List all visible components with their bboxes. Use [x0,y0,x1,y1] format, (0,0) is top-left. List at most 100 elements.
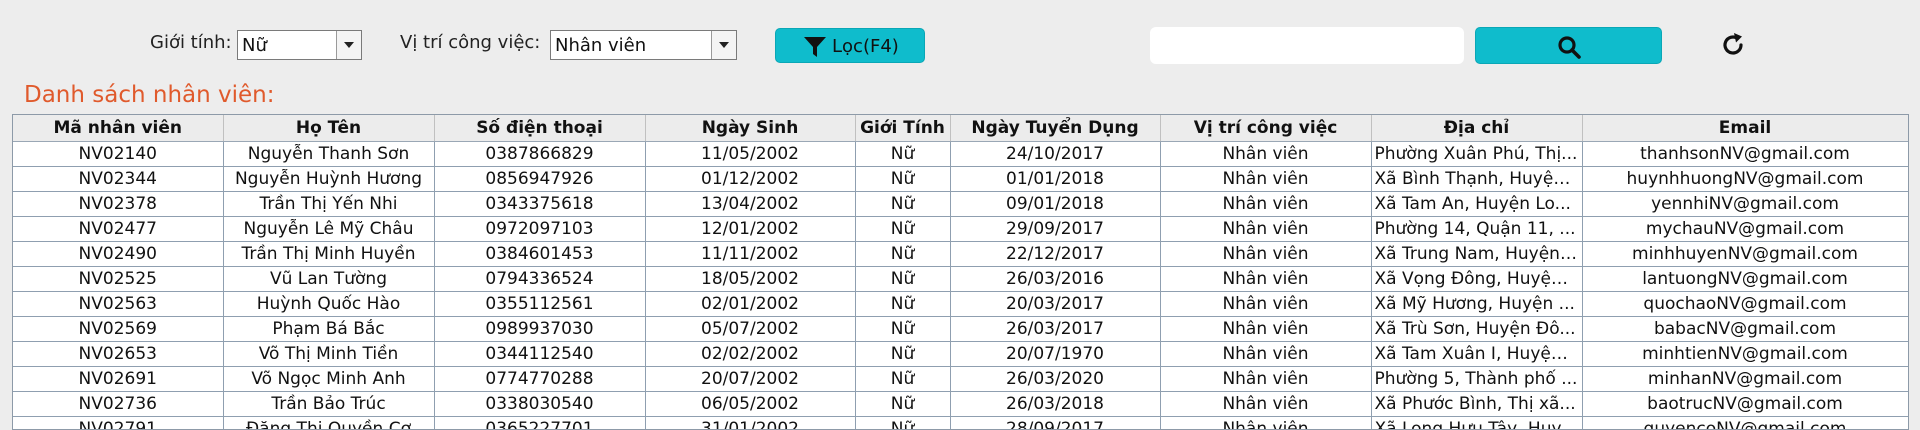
table-row[interactable]: NV02140 Nguyễn Thanh Sơn 0387866829 11/05/2… [13,141,1908,167]
phone-cell[interactable]: 0856947926 [434,166,646,192]
gender-select[interactable]: Nữ [237,30,362,60]
birth-date-cell[interactable]: 20/07/2002 [645,366,856,392]
phone-cell[interactable]: 0338030540 [434,391,646,417]
gender-cell[interactable]: Nữ [855,416,951,429]
birth-date-cell[interactable]: 18/05/2002 [645,266,856,292]
column-header[interactable]: Họ Tên [223,115,435,142]
birth-date-cell[interactable]: 02/01/2002 [645,291,856,317]
position-cell[interactable]: Nhân viên [1160,291,1372,317]
hire-date-cell[interactable]: 26/03/2020 [950,366,1161,392]
email-cell[interactable]: minhhuyenNV@gmail.com [1582,241,1908,267]
email-cell[interactable]: yennhiNV@gmail.com [1582,191,1908,217]
full-name-cell[interactable]: Võ Ngọc Minh Anh [223,366,435,392]
table-row[interactable]: NV02477 Nguyễn Lê Mỹ Châu 0972097103 12/01/… [13,216,1908,242]
table-row[interactable]: NV02791 Đặng Thị Quyền Cơ 0365227701 31/01/… [13,416,1908,429]
employee-id-cell[interactable]: NV02736 [13,391,224,417]
employee-id-cell[interactable]: NV02344 [13,166,224,192]
employee-id-cell[interactable]: NV02490 [13,241,224,267]
employee-id-cell[interactable]: NV02691 [13,366,224,392]
phone-cell[interactable]: 0972097103 [434,216,646,242]
position-cell[interactable]: Nhân viên [1160,191,1372,217]
birth-date-cell[interactable]: 11/05/2002 [645,141,856,167]
gender-cell[interactable]: Nữ [855,316,951,342]
table-row[interactable]: NV02344 Nguyễn Huỳnh Hương 0856947926 01/12… [13,166,1908,192]
hire-date-cell[interactable]: 26/03/2016 [950,266,1161,292]
table-row[interactable]: NV02653 Võ Thị Minh Tiền 0344112540 02/02/2… [13,341,1908,367]
hire-date-cell[interactable]: 29/09/2017 [950,216,1161,242]
full-name-cell[interactable]: Trần Thị Minh Huyền [223,241,435,267]
position-cell[interactable]: Nhân viên [1160,216,1372,242]
gender-cell[interactable]: Nữ [855,141,951,167]
filter-button[interactable]: Lọc(F4) [775,28,925,63]
hire-date-cell[interactable]: 20/07/1970 [950,341,1161,367]
full-name-cell[interactable]: Đặng Thị Quyền Cơ [223,416,435,429]
hire-date-cell[interactable]: 28/09/2017 [950,416,1161,429]
hire-date-cell[interactable]: 09/01/2018 [950,191,1161,217]
email-cell[interactable]: mychauNV@gmail.com [1582,216,1908,242]
email-cell[interactable]: quochaoNV@gmail.com [1582,291,1908,317]
employee-table[interactable]: Mã nhân viên Họ Tên Số điện thoại Ngày S… [12,114,1909,430]
address-cell[interactable]: Phường 14, Quận 11, ... [1371,216,1583,242]
birth-date-cell[interactable]: 06/05/2002 [645,391,856,417]
chevron-down-icon[interactable] [711,31,736,59]
phone-cell[interactable]: 0344112540 [434,341,646,367]
full-name-cell[interactable]: Nguyễn Thanh Sơn [223,141,435,167]
employee-id-cell[interactable]: NV02477 [13,216,224,242]
table-row[interactable]: NV02378 Trần Thị Yến Nhi 0343375618 13/04/2… [13,191,1908,217]
full-name-cell[interactable]: Vũ Lan Tường [223,266,435,292]
position-cell[interactable]: Nhân viên [1160,316,1372,342]
phone-cell[interactable]: 0343375618 [434,191,646,217]
employee-id-cell[interactable]: NV02563 [13,291,224,317]
birth-date-cell[interactable]: 11/11/2002 [645,241,856,267]
column-header[interactable]: Ngày Tuyển Dụng [950,115,1161,142]
address-cell[interactable]: Xã Trù Sơn, Huyện Đô... [1371,316,1583,342]
column-header[interactable]: Địa chỉ [1371,115,1583,142]
column-header[interactable]: Mã nhân viên [13,115,224,142]
birth-date-cell[interactable]: 13/04/2002 [645,191,856,217]
column-header[interactable]: Ngày Sinh [645,115,856,142]
address-cell[interactable]: Xã Bình Thạnh, Huyện ... [1371,166,1583,192]
position-cell[interactable]: Nhân viên [1160,241,1372,267]
phone-cell[interactable]: 0989937030 [434,316,646,342]
position-cell[interactable]: Nhân viên [1160,391,1372,417]
employee-id-cell[interactable]: NV02569 [13,316,224,342]
gender-cell[interactable]: Nữ [855,216,951,242]
hire-date-cell[interactable]: 01/01/2018 [950,166,1161,192]
birth-date-cell[interactable]: 01/12/2002 [645,166,856,192]
hire-date-cell[interactable]: 22/12/2017 [950,241,1161,267]
full-name-cell[interactable]: Nguyễn Huỳnh Hương [223,166,435,192]
full-name-cell[interactable]: Huỳnh Quốc Hào [223,291,435,317]
employee-id-cell[interactable]: NV02791 [13,416,224,429]
address-cell[interactable]: Xã Phước Bình, Thị xã... [1371,391,1583,417]
search-button[interactable] [1475,27,1662,64]
employee-id-cell[interactable]: NV02653 [13,341,224,367]
email-cell[interactable]: baotrucNV@gmail.com [1582,391,1908,417]
address-cell[interactable]: Xã Long Hựu Tây, Huy... [1371,416,1583,429]
email-cell[interactable]: lantuongNV@gmail.com [1582,266,1908,292]
phone-cell[interactable]: 0794336524 [434,266,646,292]
full-name-cell[interactable]: Trần Thị Yến Nhi [223,191,435,217]
email-cell[interactable]: thanhsonNV@gmail.com [1582,141,1908,167]
column-header[interactable]: Giới Tính [855,115,951,142]
email-cell[interactable]: minhanNV@gmail.com [1582,366,1908,392]
hire-date-cell[interactable]: 26/03/2018 [950,391,1161,417]
position-select[interactable]: Nhân viên [550,30,737,60]
address-cell[interactable]: Xã Mỹ Hương, Huyện ... [1371,291,1583,317]
column-header[interactable]: Vị trí công việc [1160,115,1372,142]
table-row[interactable]: NV02736 Trần Bảo Trúc 0338030540 06/05/2002… [13,391,1908,417]
position-cell[interactable]: Nhân viên [1160,141,1372,167]
gender-cell[interactable]: Nữ [855,241,951,267]
chevron-down-icon[interactable] [336,31,361,59]
hire-date-cell[interactable]: 24/10/2017 [950,141,1161,167]
address-cell[interactable]: Xã Tam An, Huyện Lo... [1371,191,1583,217]
column-header[interactable]: Email [1582,115,1908,142]
birth-date-cell[interactable]: 12/01/2002 [645,216,856,242]
address-cell[interactable]: Phường Xuân Phú, Thị... [1371,141,1583,167]
position-cell[interactable]: Nhân viên [1160,341,1372,367]
email-cell[interactable]: quyencoNV@gmail.com [1582,416,1908,429]
gender-cell[interactable]: Nữ [855,391,951,417]
phone-cell[interactable]: 0774770288 [434,366,646,392]
full-name-cell[interactable]: Trần Bảo Trúc [223,391,435,417]
table-row[interactable]: NV02490 Trần Thị Minh Huyền 0384601453 11/1… [13,241,1908,267]
address-cell[interactable]: Phường 5, Thành phố ... [1371,366,1583,392]
